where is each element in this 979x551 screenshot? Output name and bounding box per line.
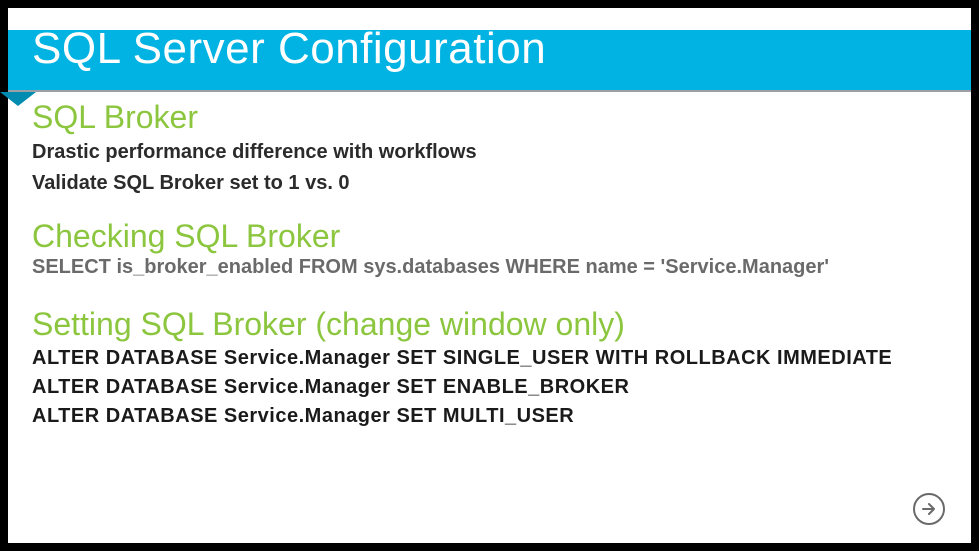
body-text: Drastic performance difference with work…: [32, 139, 947, 166]
sql-alter-statement: ALTER DATABASE Service.Manager SET ENABL…: [32, 374, 947, 401]
slide: SQL Server Configuration SQL Broker Dras…: [8, 8, 971, 543]
arrow-right-icon: [921, 501, 937, 517]
next-button[interactable]: [913, 493, 945, 525]
sql-alter-statement: ALTER DATABASE Service.Manager SET SINGL…: [32, 345, 947, 372]
title-tab-indicator: [0, 92, 36, 106]
sql-alter-statement: ALTER DATABASE Service.Manager SET MULTI…: [32, 403, 947, 430]
body-text: Validate SQL Broker set to 1 vs. 0: [32, 170, 947, 197]
content-area: SQL Broker Drastic performance differenc…: [32, 100, 947, 430]
title-bar: SQL Server Configuration: [8, 30, 971, 92]
sql-select-statement: SELECT is_broker_enabled FROM sys.databa…: [32, 256, 947, 279]
page-title: SQL Server Configuration: [32, 24, 546, 74]
section-heading-setting: Setting SQL Broker (change window only): [32, 307, 947, 342]
section-heading-sql-broker: SQL Broker: [32, 100, 947, 135]
section-heading-checking: Checking SQL Broker: [32, 219, 947, 254]
